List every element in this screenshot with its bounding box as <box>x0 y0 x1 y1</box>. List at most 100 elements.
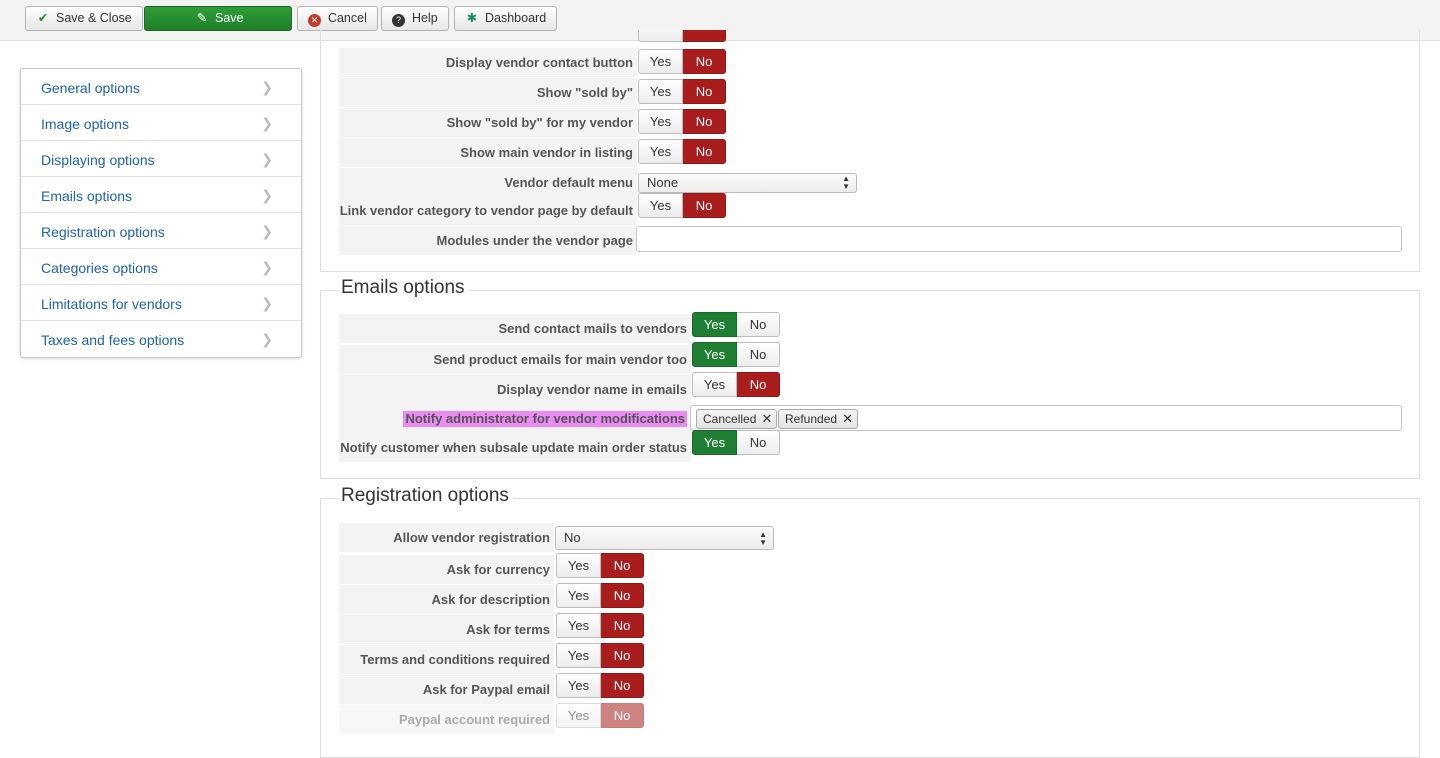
tag-chip: Cancelled ✕ <box>696 409 778 429</box>
emails-options-fieldset: Emails options Send contact mails to ven… <box>320 277 1420 479</box>
help-button[interactable]: ? Help <box>381 6 449 31</box>
sidebar-item-label: Image options <box>41 116 129 132</box>
sidebar-item-emails[interactable]: Emails options ❯ <box>21 177 301 213</box>
notify-admin-tags-input[interactable]: Cancelled ✕ Refunded ✕ <box>690 405 1402 431</box>
allow-vendor-registration-select[interactable]: No ▲ ▼ <box>555 526 774 550</box>
yes-option[interactable]: Yes <box>638 109 683 134</box>
no-option[interactable]: No <box>601 583 644 608</box>
save-close-label: Save & Close <box>56 11 132 25</box>
row-allow-vendor-registration: Allow vendor registration <box>339 523 554 552</box>
display-vendor-name-toggle: Yes No <box>692 372 780 397</box>
ask-description-toggle: Yes No <box>556 583 644 608</box>
sidebar-item-categories[interactable]: Categories options ❯ <box>21 249 301 285</box>
yes-option[interactable]: Yes <box>556 553 601 578</box>
remove-tag-icon[interactable]: ✕ <box>761 410 772 428</box>
no-option[interactable]: No <box>683 79 726 104</box>
send-product-emails-toggle: Yes No <box>692 342 780 367</box>
save-label: Save <box>215 11 244 25</box>
yes-option[interactable]: Yes <box>692 342 737 367</box>
sidebar-item-label: Taxes and fees options <box>41 332 185 348</box>
select-arrows-icon: ▲ ▼ <box>842 174 850 191</box>
chevron-right-icon: ❯ <box>261 187 273 203</box>
field-label: Allow vendor registration <box>393 530 550 545</box>
yes-option[interactable]: Yes <box>692 312 737 337</box>
field-label: Ask for currency <box>446 562 550 577</box>
registration-options-fieldset: Registration options Allow vendor regist… <box>320 485 1420 758</box>
show-main-vendor-toggle: Yes No <box>638 139 726 164</box>
dashboard-icon: ✱ <box>466 11 478 25</box>
no-option[interactable]: No <box>737 372 780 397</box>
paypal-required-toggle: Yes No <box>556 703 644 728</box>
chevron-right-icon: ❯ <box>261 295 273 311</box>
sidebar-item-displaying[interactable]: Displaying options ❯ <box>21 141 301 177</box>
notify-customer-toggle: Yes No <box>692 430 780 455</box>
remove-tag-icon[interactable]: ✕ <box>842 410 853 428</box>
yes-option[interactable]: Yes <box>638 49 683 74</box>
cancel-label: Cancel <box>327 11 367 25</box>
field-label: Ask for Paypal email <box>422 682 550 697</box>
field-label: Ask for description <box>431 592 550 607</box>
sidebar-item-limitations[interactable]: Limitations for vendors ❯ <box>21 285 301 321</box>
yes-option[interactable]: Yes <box>556 643 601 668</box>
no-option[interactable]: No <box>601 673 644 698</box>
no-option[interactable]: No <box>601 703 644 728</box>
yes-option[interactable]: Yes <box>556 583 601 608</box>
no-option[interactable]: No <box>737 430 780 455</box>
no-option[interactable]: No <box>683 193 726 218</box>
displaying-options-fieldset: Display vendor contact button Yes No Show… <box>320 30 1420 272</box>
options-sidebar: General options ❯ Image options ❯ Displayi… <box>20 68 302 358</box>
no-option[interactable]: No <box>737 312 780 337</box>
no-option[interactable]: No <box>601 613 644 638</box>
yes-option[interactable]: Yes <box>638 139 683 164</box>
no-option[interactable]: No <box>683 109 726 134</box>
chevron-right-icon: ❯ <box>261 259 273 275</box>
field-label: Show "sold by" <box>536 85 633 100</box>
no-option[interactable]: No <box>601 643 644 668</box>
row-vendor-default-menu: Vendor default menu <box>339 168 637 197</box>
modules-under-vendor-input[interactable] <box>636 226 1402 252</box>
yes-option[interactable]: Yes <box>692 372 737 397</box>
sidebar-item-label: Displaying options <box>41 152 155 168</box>
cancel-button[interactable]: ✕ Cancel <box>297 6 378 31</box>
save-close-button[interactable]: ✔ Save & Close <box>25 6 143 31</box>
sidebar-item-registration[interactable]: Registration options ❯ <box>21 213 301 249</box>
yes-option[interactable]: Yes <box>556 613 601 638</box>
no-option[interactable]: No <box>601 553 644 578</box>
yes-option[interactable]: Yes <box>556 703 601 728</box>
help-label: Help <box>411 11 438 25</box>
field-label: Notify customer when subsale update main… <box>340 440 687 455</box>
row-link-vendor-category: Link vendor category to vendor page by d… <box>339 196 637 225</box>
yes-option[interactable]: Yes <box>638 79 683 104</box>
yes-option[interactable]: Yes <box>556 673 601 698</box>
yes-option[interactable]: Yes <box>638 193 683 218</box>
dashboard-button[interactable]: ✱ Dashboard <box>454 6 558 31</box>
sidebar-item-general[interactable]: General options ❯ <box>21 69 301 105</box>
vendor-default-menu-select[interactable]: None ▲ ▼ <box>638 173 857 193</box>
row-show-sold-by-my-vendor: Show "sold by" for my vendor <box>339 108 637 137</box>
sidebar-item-image[interactable]: Image options ❯ <box>21 105 301 141</box>
dashboard-label: Dashboard <box>485 11 547 25</box>
no-option[interactable]: No <box>683 139 726 164</box>
no-option[interactable]: No <box>683 49 726 74</box>
ask-currency-toggle: Yes No <box>556 553 644 578</box>
field-label: Terms and conditions required <box>360 652 550 667</box>
tag-chip: Refunded ✕ <box>778 409 859 429</box>
chevron-right-icon: ❯ <box>261 151 273 167</box>
no-option[interactable]: No <box>737 342 780 367</box>
sidebar-item-label: Emails options <box>41 188 133 204</box>
chevron-right-icon: ❯ <box>261 223 273 239</box>
row-ask-paypal-email: Ask for Paypal email <box>339 675 554 704</box>
show-sold-by-my-vendor-toggle: Yes No <box>638 109 726 134</box>
sidebar-item-label: Categories options <box>41 260 158 276</box>
display-vendor-contact-toggle: Yes No <box>638 49 726 74</box>
sidebar-item-label: Limitations for vendors <box>41 296 182 312</box>
sidebar-item-taxes[interactable]: Taxes and fees options ❯ <box>21 321 301 357</box>
save-button[interactable]: ✎ Save <box>144 6 292 31</box>
yes-option[interactable]: Yes <box>692 430 737 455</box>
row-notify-admin: Notify administrator for vendor modifica… <box>339 404 691 433</box>
sidebar-item-label: General options <box>41 80 140 96</box>
row-ask-terms: Ask for terms <box>339 615 554 644</box>
ask-paypal-email-toggle: Yes No <box>556 673 644 698</box>
chevron-right-icon: ❯ <box>261 115 273 131</box>
row-ask-currency: Ask for currency <box>339 555 554 584</box>
